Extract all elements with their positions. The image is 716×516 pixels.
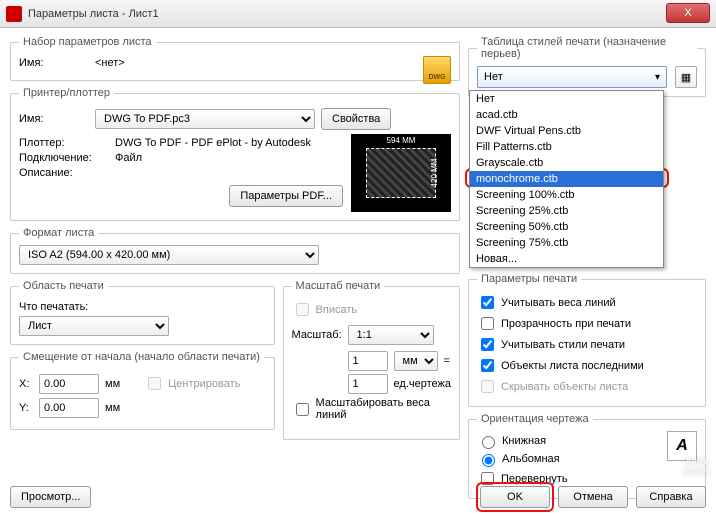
- titlebar: Параметры листа - Лист1 X: [0, 0, 716, 28]
- preview-height-label: 420 MM: [430, 159, 439, 188]
- scale-num-input[interactable]: [348, 351, 388, 371]
- scale-label: Масштаб:: [292, 329, 342, 341]
- plot-style-group: Таблица стилей печати (назначение перьев…: [468, 36, 706, 97]
- offset-legend: Смещение от начала (начало области печат…: [19, 351, 264, 363]
- printer-properties-button[interactable]: Свойства: [321, 108, 391, 130]
- opt-styles[interactable]: Учитывать стили печати: [477, 335, 697, 354]
- offset-group: Смещение от начала (начало области печат…: [10, 351, 275, 430]
- cancel-button[interactable]: Отмена: [558, 486, 628, 508]
- dd-item[interactable]: Grayscale.ctb: [470, 155, 663, 171]
- dd-item[interactable]: DWF Virtual Pens.ctb: [470, 123, 663, 139]
- offset-x-unit: мм: [105, 378, 120, 390]
- offset-y-label: Y:: [19, 402, 33, 414]
- pdf-options-button[interactable]: Параметры PDF...: [229, 185, 343, 207]
- pageset-group: Набор параметров листа Имя: <нет> DWG: [10, 36, 460, 81]
- help-button[interactable]: Справка: [636, 486, 706, 508]
- plot-style-legend: Таблица стилей печати (назначение перьев…: [477, 36, 697, 60]
- scale-lineweights-checkbox[interactable]: Масштабировать веса линий: [292, 397, 451, 421]
- paper-preview: 594 MM 420 MM: [351, 134, 451, 212]
- opt-last[interactable]: Объекты листа последними: [477, 356, 697, 375]
- paper-legend: Формат листа: [19, 227, 98, 239]
- scale-legend: Масштаб печати: [292, 280, 385, 292]
- dd-item-selected[interactable]: monochrome.ctb: [470, 171, 663, 187]
- ok-button[interactable]: OK: [480, 486, 550, 508]
- dd-item[interactable]: Screening 75%.ctb: [470, 235, 663, 251]
- scale-den-input[interactable]: [348, 374, 388, 394]
- offset-y-input[interactable]: [39, 398, 99, 418]
- what-to-plot-select[interactable]: Лист: [19, 316, 169, 336]
- plot-options-legend: Параметры печати: [477, 273, 581, 285]
- offset-x-label: X:: [19, 378, 33, 390]
- printer-name-label: Имя:: [19, 113, 89, 125]
- scale-unit-select[interactable]: мм: [394, 351, 438, 371]
- center-checkbox: Центрировать: [144, 374, 240, 393]
- dwg-icon: DWG: [423, 56, 451, 84]
- dd-item[interactable]: Screening 50%.ctb: [470, 219, 663, 235]
- paper-size-select[interactable]: ISO A2 (594.00 x 420.00 мм): [19, 245, 319, 265]
- opt-hide: Скрывать объекты листа: [477, 377, 697, 396]
- printer-legend: Принтер/плоттер: [19, 87, 114, 99]
- orient-portrait[interactable]: Книжная: [477, 433, 659, 449]
- fit-checkbox: Вписать: [292, 300, 451, 319]
- offset-y-unit: мм: [105, 402, 120, 414]
- what-to-plot-label: Что печатать:: [19, 301, 88, 313]
- pageset-name-label: Имя:: [19, 57, 89, 69]
- plot-style-dropdown: Нет acad.ctb DWF Virtual Pens.ctb Fill P…: [469, 90, 664, 268]
- plot-options-group: Параметры печати Учитывать веса линий Пр…: [468, 273, 706, 407]
- scale-den-unit: ед.чертежа: [394, 378, 451, 390]
- orient-landscape[interactable]: Альбомная: [477, 451, 659, 467]
- scale-group: Масштаб печати Вписать Масштаб: 1:1 мм =: [283, 280, 460, 440]
- app-icon: [6, 6, 22, 22]
- scale-select[interactable]: 1:1: [348, 325, 434, 345]
- preview-width-label: 594 MM: [351, 136, 451, 145]
- opt-lineweights[interactable]: Учитывать веса линий: [477, 293, 697, 312]
- paper-group: Формат листа ISO A2 (594.00 x 420.00 мм): [10, 227, 460, 274]
- printer-group: Принтер/плоттер Имя: DWG To PDF.pc3 Свой…: [10, 87, 460, 221]
- dd-item[interactable]: Fill Patterns.ctb: [470, 139, 663, 155]
- plotter-value: DWG To PDF - PDF ePlot - by Autodesk: [115, 137, 311, 149]
- connection-value: Файл: [115, 152, 142, 164]
- plotter-label: Плоттер:: [19, 137, 109, 149]
- close-button[interactable]: X: [666, 3, 710, 23]
- dd-item[interactable]: Новая...: [470, 251, 663, 267]
- offset-x-input[interactable]: [39, 374, 99, 394]
- pageset-legend: Набор параметров листа: [19, 36, 156, 48]
- orientation-legend: Ориентация чертежа: [477, 413, 593, 425]
- plot-style-select[interactable]: Нет: [477, 66, 667, 88]
- printer-select[interactable]: DWG To PDF.pc3: [95, 109, 315, 129]
- dd-item[interactable]: Screening 100%.ctb: [470, 187, 663, 203]
- dd-item[interactable]: Нет: [470, 91, 663, 107]
- connection-label: Подключение:: [19, 152, 109, 164]
- dd-item[interactable]: acad.ctb: [470, 107, 663, 123]
- window-title: Параметры листа - Лист1: [28, 8, 159, 20]
- dd-item[interactable]: Screening 25%.ctb: [470, 203, 663, 219]
- preview-button[interactable]: Просмотр...: [10, 486, 91, 508]
- equals-label: =: [444, 355, 450, 367]
- orientation-icon: A: [667, 431, 697, 461]
- plot-style-edit-button[interactable]: ▦: [675, 66, 697, 88]
- opt-transparency[interactable]: Прозрачность при печати: [477, 314, 697, 333]
- plot-area-group: Область печати Что печатать: Лист: [10, 280, 275, 345]
- pageset-name-value: <нет>: [95, 57, 125, 69]
- description-label: Описание:: [19, 167, 109, 179]
- plot-area-legend: Область печати: [19, 280, 108, 292]
